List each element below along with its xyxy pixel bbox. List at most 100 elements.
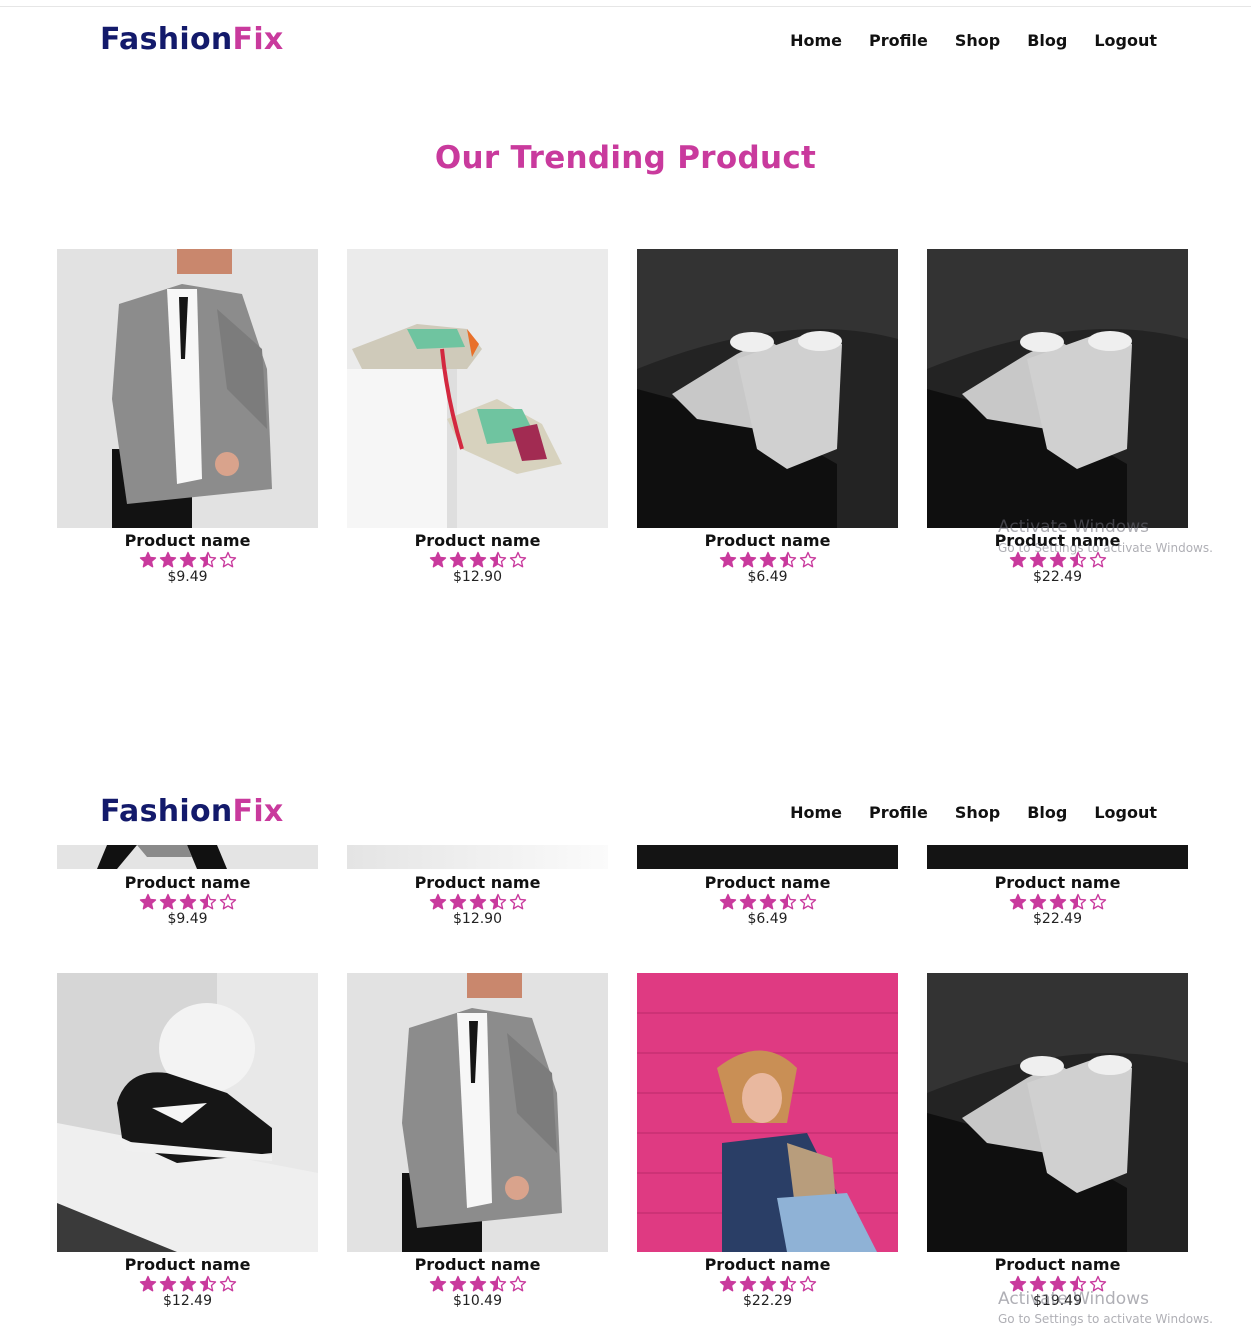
product-name: Product name [704, 1255, 831, 1274]
rating-stars [637, 551, 898, 569]
product-card[interactable]: Product name $9.49 [57, 249, 318, 585]
nav-profile[interactable]: Profile [869, 803, 928, 822]
product-image-woman-pink-wall[interactable] [637, 973, 898, 1252]
star-full-icon [1009, 551, 1026, 568]
star-full-icon [719, 893, 736, 910]
star-empty-icon [799, 551, 816, 568]
product-price: $10.49 [453, 1293, 502, 1309]
star-half-icon [1069, 893, 1086, 910]
product-card-info[interactable]: Product name $22.49 [927, 870, 1188, 927]
product-name: Product name [994, 873, 1121, 892]
star-half-icon [199, 551, 216, 568]
star-full-icon [179, 551, 196, 568]
star-full-icon [449, 1275, 466, 1292]
product-card[interactable]: Product name $22.29 [637, 973, 898, 1309]
star-full-icon [469, 893, 486, 910]
product-image-blazer[interactable] [347, 973, 608, 1252]
star-empty-icon [1089, 893, 1106, 910]
star-full-icon [179, 893, 196, 910]
rating-stars [637, 893, 898, 911]
product-image-white-sneakers[interactable] [927, 973, 1188, 1252]
star-empty-icon [219, 1275, 236, 1292]
product-image-strip[interactable] [347, 845, 608, 869]
watermark-subtitle: Go to Settings to activate Windows. [998, 1312, 1213, 1326]
star-full-icon [139, 551, 156, 568]
star-full-icon [1049, 551, 1066, 568]
brand-logo[interactable]: FashionFix [100, 15, 284, 65]
product-image-strip[interactable] [637, 845, 898, 869]
product-card[interactable]: Product name $22.49 [927, 249, 1188, 585]
star-full-icon [429, 1275, 446, 1292]
product-price: $22.49 [1033, 911, 1082, 927]
top-border [0, 6, 1251, 7]
site-header-sticky: FashionFix Home Profile Shop Blog Logout [0, 787, 1251, 837]
nav-blog[interactable]: Blog [1027, 803, 1067, 822]
product-price: $22.49 [1033, 569, 1082, 585]
nav-home[interactable]: Home [790, 31, 842, 50]
nav-logout[interactable]: Logout [1094, 31, 1157, 50]
site-header: FashionFix Home Profile Shop Blog Logout [0, 15, 1251, 65]
product-image-blazer[interactable] [57, 249, 318, 528]
product-image-strip[interactable] [927, 845, 1188, 869]
star-empty-icon [509, 1275, 526, 1292]
product-price: $19.49 [1033, 1293, 1082, 1309]
star-full-icon [719, 551, 736, 568]
nav-shop[interactable]: Shop [955, 803, 1000, 822]
product-card-info[interactable]: Product name $12.90 [347, 870, 608, 927]
product-image-colorful-sneakers[interactable] [347, 249, 608, 528]
section-title: Our Trending Product [434, 140, 817, 176]
brand-logo-part2: Fix [232, 22, 284, 57]
star-empty-icon [219, 551, 236, 568]
product-card[interactable]: Product name $12.90 [347, 249, 608, 585]
nav-blog[interactable]: Blog [1027, 31, 1067, 50]
star-empty-icon [219, 893, 236, 910]
star-full-icon [759, 1275, 776, 1292]
main-nav: Home Profile Shop Blog Logout [790, 787, 1157, 837]
product-card[interactable]: Product name $10.49 [347, 973, 608, 1309]
product-name: Product name [124, 531, 251, 550]
star-full-icon [1029, 1275, 1046, 1292]
product-card-info[interactable]: Product name $9.49 [57, 870, 318, 927]
product-name: Product name [994, 1255, 1121, 1274]
product-card[interactable]: Product name $12.49 [57, 973, 318, 1309]
star-half-icon [779, 1275, 796, 1292]
product-card[interactable]: Product name $6.49 [637, 249, 898, 585]
product-image-white-sneakers[interactable] [637, 249, 898, 528]
nav-shop[interactable]: Shop [955, 31, 1000, 50]
star-empty-icon [1089, 551, 1106, 568]
product-price: $12.90 [453, 911, 502, 927]
star-full-icon [159, 893, 176, 910]
star-full-icon [179, 1275, 196, 1292]
product-image-white-sneakers[interactable] [927, 249, 1188, 528]
star-full-icon [1009, 1275, 1026, 1292]
star-half-icon [199, 893, 216, 910]
product-image-black-sneaker[interactable] [57, 973, 318, 1252]
nav-home[interactable]: Home [790, 803, 842, 822]
star-empty-icon [1089, 1275, 1106, 1292]
star-full-icon [739, 551, 756, 568]
rating-stars [347, 551, 608, 569]
product-price: $12.49 [163, 1293, 212, 1309]
product-name: Product name [414, 531, 541, 550]
product-price: $22.29 [743, 1293, 792, 1309]
product-price: $9.49 [167, 911, 208, 927]
star-half-icon [199, 1275, 216, 1292]
brand-logo[interactable]: FashionFix [100, 787, 284, 837]
star-full-icon [159, 551, 176, 568]
star-half-icon [489, 1275, 506, 1292]
product-name: Product name [124, 1255, 251, 1274]
star-full-icon [139, 1275, 156, 1292]
star-half-icon [779, 551, 796, 568]
nav-profile[interactable]: Profile [869, 31, 928, 50]
star-full-icon [449, 551, 466, 568]
rating-stars [637, 1275, 898, 1293]
star-half-icon [489, 893, 506, 910]
product-image-strip[interactable] [57, 845, 318, 869]
product-name: Product name [414, 873, 541, 892]
star-full-icon [759, 551, 776, 568]
nav-logout[interactable]: Logout [1094, 803, 1157, 822]
star-full-icon [429, 893, 446, 910]
product-card-info[interactable]: Product name $6.49 [637, 870, 898, 927]
star-empty-icon [509, 893, 526, 910]
product-card[interactable]: Product name $19.49 [927, 973, 1188, 1309]
